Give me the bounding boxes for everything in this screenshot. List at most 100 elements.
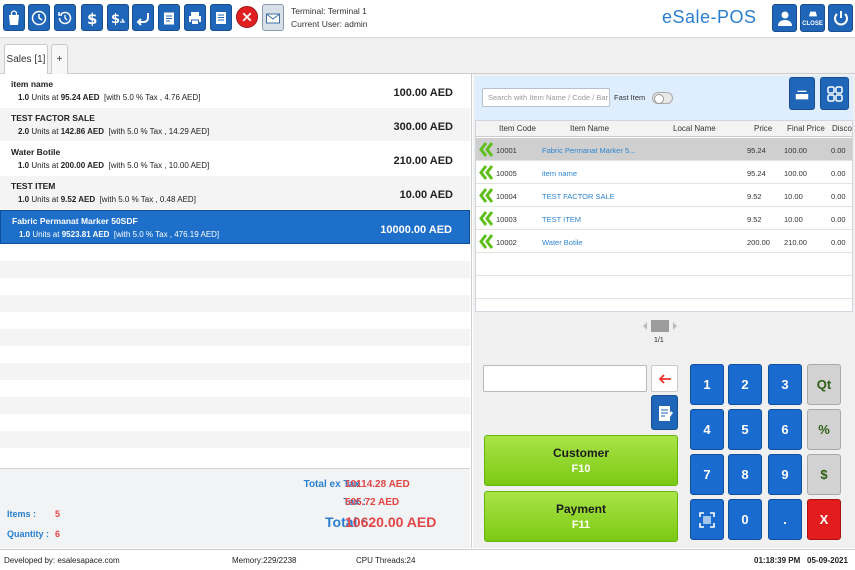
price-key[interactable]: $ [807, 454, 841, 495]
fast-item-toggle[interactable] [652, 92, 673, 104]
clipboard-icon [164, 12, 174, 24]
quantity-key[interactable]: Qt [807, 364, 841, 405]
key-4[interactable]: 4 [690, 409, 724, 450]
power-icon [833, 11, 848, 26]
barcode-scan-icon [699, 511, 715, 528]
bag-icon [9, 9, 19, 25]
backspace-button[interactable] [651, 365, 678, 392]
clock-time: 01:18:39 PM [754, 556, 801, 565]
cart-item[interactable]: TEST FACTOR SALE 2.0 Units at 142.86 AED… [0, 108, 470, 142]
cart-item[interactable]: item name 1.0 Units at 95.24 AED [with 5… [0, 74, 470, 108]
user-button[interactable] [772, 4, 797, 32]
close-label: CLOSE [802, 21, 823, 27]
clock-icon [31, 10, 47, 25]
key-3[interactable]: 3 [768, 364, 802, 405]
power-button[interactable] [828, 4, 853, 32]
cart-panel: item name 1.0 Units at 95.24 AED [with 5… [0, 74, 472, 548]
cart-item[interactable]: TEST ITEM 1.0 Units at 9.52 AED [with 5.… [0, 176, 470, 210]
notes-button[interactable] [651, 395, 678, 430]
cart-item-name: Fabric Permanat Marker 50SDF [12, 216, 138, 226]
printer-icon [189, 11, 201, 25]
table-row[interactable]: 10001 Fabric Permanat Marker 5... 95.24 … [476, 138, 852, 161]
mail-icon [266, 13, 280, 23]
cart-item-total: 210.00 AED [393, 155, 453, 167]
add-item-icon[interactable] [478, 164, 494, 181]
table-row[interactable]: 10003 TEST ITEM 9.52 10.00 0.00 [476, 207, 852, 230]
tab-sales-1[interactable]: Sales [1] [4, 44, 48, 74]
col-item-code[interactable]: Item Code [499, 124, 536, 133]
search-bar: Search with Item Name / Code / Bar Fast … [475, 76, 853, 120]
payment-button[interactable]: Payment F11 [484, 491, 678, 542]
return-button[interactable] [132, 4, 154, 31]
new-sale-button[interactable] [3, 4, 25, 31]
total-value: 10620.00 AED [345, 514, 437, 530]
col-price[interactable]: Price [754, 124, 772, 133]
cart-item-total: 100.00 AED [393, 87, 453, 99]
key-7[interactable]: 7 [690, 454, 724, 495]
totals-summary: Total ex Tax : 10114.28 AED Tax : 505.72… [0, 468, 470, 548]
key-9[interactable]: 9 [768, 454, 802, 495]
user-icon [777, 11, 792, 26]
cart-list: item name 1.0 Units at 95.24 AED [with 5… [0, 74, 470, 466]
page-indicator: 1/1 [654, 337, 664, 344]
cart-item-detail: 1.0 Units at 9523.81 AED [with 5.0 % Tax… [19, 230, 220, 239]
add-tab-button[interactable]: + [51, 44, 68, 74]
terminal-label: Terminal: Terminal 1 [291, 6, 367, 16]
status-bar: Developed by: esalesapace.com Memory:229… [0, 549, 855, 570]
pager: 1/1 [640, 318, 680, 346]
product-panel: Search with Item Name / Code / Bar Fast … [473, 74, 855, 548]
cancel-sale-button[interactable] [236, 6, 258, 28]
quantity-input[interactable] [483, 365, 647, 392]
key-0[interactable]: 0 [728, 499, 762, 540]
add-item-icon[interactable] [478, 210, 494, 227]
dollar-return-icon: $ [111, 12, 126, 26]
report-button[interactable] [210, 4, 232, 31]
key-6[interactable]: 6 [768, 409, 802, 450]
print-button[interactable] [184, 4, 206, 31]
barcode-key[interactable] [690, 499, 724, 540]
payment-label: Payment [555, 502, 607, 516]
clear-key[interactable]: X [807, 499, 841, 540]
grid-view-button[interactable] [820, 77, 849, 110]
search-input[interactable]: Search with Item Name / Code / Bar [482, 88, 610, 107]
key-5[interactable]: 5 [728, 409, 762, 450]
mail-button[interactable] [262, 4, 284, 31]
pager-controls[interactable] [640, 318, 680, 334]
close-shift-button[interactable]: CLOSE [800, 4, 825, 32]
cash-in-button[interactable]: $ [81, 4, 103, 31]
product-table: Item Code Item Name Local Name Price Fin… [475, 120, 853, 312]
memory-usage: Memory:229/2238 [232, 556, 297, 565]
developer-credit: Developed by: esalesapace.com [4, 556, 120, 565]
col-local-name[interactable]: Local Name [673, 124, 716, 133]
table-row[interactable]: 10005 item name 95.24 100.00 0.00 [476, 161, 852, 184]
cart-item[interactable]: Water Botile 1.0 Units at 200.00 AED [wi… [0, 142, 470, 176]
col-final-price[interactable]: Final Price [787, 124, 825, 133]
table-row[interactable]: 10004 TEST FACTOR SALE 9.52 10.00 0.00 [476, 184, 852, 207]
clock-button[interactable] [28, 4, 50, 31]
add-item-icon[interactable] [478, 141, 494, 158]
customer-shortcut: F10 [571, 463, 591, 475]
add-item-icon[interactable] [478, 187, 494, 204]
current-user-label: Current User: admin [291, 19, 368, 29]
orders-button[interactable] [158, 4, 180, 31]
fast-item-label: Fast Item [614, 93, 646, 102]
decimal-key[interactable]: . [768, 499, 802, 540]
items-count: 5 [55, 509, 61, 519]
customer-button[interactable]: Customer F10 [484, 435, 678, 486]
cash-out-button[interactable]: $ [107, 4, 129, 31]
table-header: Item Code Item Name Local Name Price Fin… [476, 121, 852, 137]
table-row[interactable]: 10002 Water Botile 200.00 210.00 0.00 [476, 230, 852, 253]
brand-logo: eSale-POS [662, 7, 757, 27]
cart-item-selected[interactable]: Fabric Permanat Marker 50SDF 1.0 Units a… [0, 210, 470, 244]
key-1[interactable]: 1 [690, 364, 724, 405]
key-2[interactable]: 2 [728, 364, 762, 405]
payment-shortcut: F11 [571, 519, 591, 531]
percent-key[interactable]: % [807, 409, 841, 450]
key-8[interactable]: 8 [728, 454, 762, 495]
history-button[interactable] [54, 4, 76, 31]
col-discount[interactable]: Disco [832, 124, 852, 133]
cart-item-total: 10000.00 AED [380, 224, 452, 236]
keyboard-button[interactable] [789, 77, 815, 110]
col-item-name[interactable]: Item Name [570, 124, 609, 133]
add-item-icon[interactable] [478, 233, 494, 250]
